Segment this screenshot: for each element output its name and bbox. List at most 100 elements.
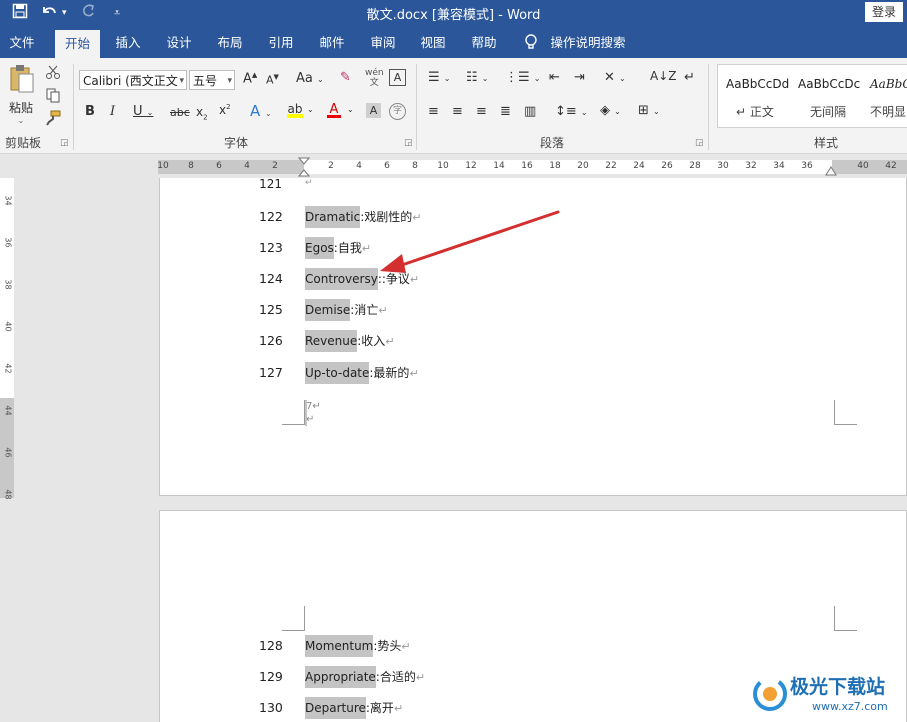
page-number-field[interactable]: 7↵ [306, 401, 321, 412]
align-left-icon[interactable]: ≡ [428, 104, 439, 119]
style-subtle-name[interactable]: 不明显 [870, 103, 906, 120]
line-content[interactable]: Departure:离开↵ [305, 697, 403, 720]
ruler-number: 4 [356, 161, 362, 171]
increase-indent-icon[interactable]: ⇥ [574, 70, 585, 85]
tab-file[interactable]: 文件 [0, 27, 44, 58]
tab-review[interactable]: 审阅 [361, 27, 405, 58]
font-launcher-icon[interactable]: ◲ [404, 138, 413, 148]
highlight-color-icon[interactable]: ab [287, 102, 303, 118]
ruler-number: 26 [661, 161, 673, 171]
justify-icon[interactable]: ≣ [500, 104, 511, 119]
document-line[interactable]: 125 Demise:消亡↵ [259, 299, 659, 321]
copy-icon[interactable] [45, 87, 61, 103]
paste-dropdown-icon[interactable]: ⌄ [6, 116, 36, 125]
clipboard-launcher-icon[interactable]: ◲ [60, 138, 69, 148]
align-right-icon[interactable]: ≡ [476, 104, 487, 119]
style-normal-name[interactable]: ↵ 正文 [736, 103, 774, 120]
line-content[interactable]: Momentum:势头↵ [305, 635, 411, 658]
phonetic-guide-icon[interactable]: wén 文 [365, 68, 384, 88]
crop-mark [834, 606, 857, 631]
text-effects-icon[interactable]: A ⌄ [250, 102, 272, 120]
style-no-spacing-name[interactable]: 无间隔 [810, 103, 846, 120]
document-line[interactable]: 126 Revenue:收入↵ [259, 330, 659, 352]
character-border-icon[interactable]: A [389, 69, 406, 86]
crop-mark [282, 400, 305, 425]
tab-help[interactable]: 帮助 [462, 27, 506, 58]
show-marks-icon[interactable]: ↵ [684, 70, 695, 85]
superscript-icon[interactable]: x2 [219, 103, 231, 117]
english-term: Revenue [305, 330, 358, 352]
ruler-number: 6 [384, 161, 390, 171]
line-content[interactable]: Egos:自我↵ [305, 237, 371, 260]
ruler-number: 20 [577, 161, 589, 171]
tab-home[interactable]: 开始 [55, 30, 100, 58]
line-content[interactable]: Appropriate:合适的↵ [305, 666, 425, 689]
chinese-meaning: :最新的↵ [369, 366, 419, 380]
font-color-icon[interactable]: A [327, 102, 341, 118]
ruler-number: 4 [244, 161, 250, 171]
clipboard-group-label: 剪贴板 [5, 136, 42, 150]
bold-icon[interactable]: B [85, 104, 95, 119]
line-spacing-icon[interactable]: ↕≡ ⌄ [555, 104, 588, 119]
grow-font-icon[interactable]: A▲ [243, 71, 257, 86]
login-button[interactable]: 登录 [865, 2, 903, 22]
tab-references[interactable]: 引用 [259, 27, 303, 58]
shading-icon[interactable]: ◈ ⌄ [600, 103, 621, 118]
format-painter-icon[interactable] [45, 110, 61, 126]
subscript-icon[interactable]: x2 [196, 105, 208, 121]
numbering-icon[interactable]: ☷ ⌄ [466, 70, 489, 85]
ruler-number: 14 [493, 161, 505, 171]
ruler-number: 18 [549, 161, 561, 171]
line-content[interactable]: Revenue:收入↵ [305, 330, 395, 353]
tell-me-search[interactable]: 操作说明搜索 [548, 27, 628, 58]
chinese-meaning: :离开↵ [365, 701, 404, 715]
document-line[interactable]: 130 Departure:离开↵ [259, 697, 659, 719]
character-shading-icon[interactable]: A [366, 103, 381, 118]
font-name-combo[interactable]: Calibri (西文正文 ▾ [79, 70, 187, 90]
shrink-font-icon[interactable]: A▼ [266, 73, 279, 87]
align-center-icon[interactable]: ≡ [452, 104, 463, 119]
bullets-icon[interactable]: ☰ ⌄ [428, 70, 451, 85]
cut-icon[interactable] [45, 64, 61, 80]
borders-icon[interactable]: ⊞ ⌄ [638, 103, 660, 118]
line-content[interactable]: Up-to-date:最新的↵ [305, 362, 419, 385]
chevron-down-icon[interactable]: ⌄ [347, 105, 354, 114]
style-subtle-sample[interactable]: AaBbC [870, 77, 907, 91]
ruler-number: 42 [885, 161, 897, 171]
font-size-combo[interactable]: 五号 ▾ [189, 70, 235, 90]
strikethrough-icon[interactable]: abc [170, 106, 190, 119]
ruler-number: 8 [412, 161, 418, 171]
distributed-icon[interactable]: ▥ [524, 104, 536, 119]
style-normal-sample[interactable]: AaBbCcDd [726, 77, 789, 91]
crop-mark [834, 400, 857, 425]
ruler-number: 12 [465, 161, 477, 171]
document-line[interactable]: 128 Momentum:势头↵ [259, 635, 659, 657]
paste-button[interactable]: 粘贴 ⌄ [6, 64, 36, 128]
multilevel-list-icon[interactable]: ⋮☰ ⌄ [505, 70, 541, 85]
clear-format-icon[interactable]: ✎ [340, 70, 351, 85]
tab-insert[interactable]: 插入 [106, 27, 150, 58]
enclose-characters-icon[interactable]: 字 [389, 103, 406, 120]
vertical-ruler-number: 44 [3, 405, 13, 416]
lightbulb-icon[interactable] [522, 27, 540, 58]
style-no-spacing-sample[interactable]: AaBbCcDc [798, 77, 860, 91]
change-case-icon[interactable]: Aa ⌄ [296, 71, 324, 86]
paragraph-mark: ↵ [415, 671, 426, 684]
tab-view[interactable]: 视图 [411, 27, 455, 58]
line-content[interactable]: Demise:消亡↵ [305, 299, 388, 322]
italic-icon[interactable]: I [110, 104, 115, 119]
indent-marker-icon[interactable] [298, 157, 310, 177]
decrease-indent-icon[interactable]: ⇤ [549, 70, 560, 85]
horizontal-ruler[interactable]: 10 8 6 4 2 2 4 6 8 10 12 14 16 18 20 22 24 26 28 30 32 34 36 40… [0, 154, 907, 177]
paragraph-launcher-icon[interactable]: ◲ [695, 138, 704, 148]
right-indent-marker-icon[interactable] [825, 166, 837, 176]
document-line[interactable]: 127 Up-to-date:最新的↵ [259, 362, 659, 384]
tab-mailings[interactable]: 邮件 [310, 27, 354, 58]
sort-icon[interactable]: A↓Z [650, 69, 676, 83]
chevron-down-icon[interactable]: ⌄ [307, 105, 314, 114]
document-line[interactable]: 129 Appropriate:合适的↵ [259, 666, 659, 688]
tab-layout[interactable]: 布局 [208, 27, 252, 58]
tab-design[interactable]: 设计 [157, 27, 201, 58]
chinese-layout-icon[interactable]: ✕ ⌄ [604, 70, 626, 85]
underline-icon[interactable]: U ⌄ [133, 104, 153, 119]
